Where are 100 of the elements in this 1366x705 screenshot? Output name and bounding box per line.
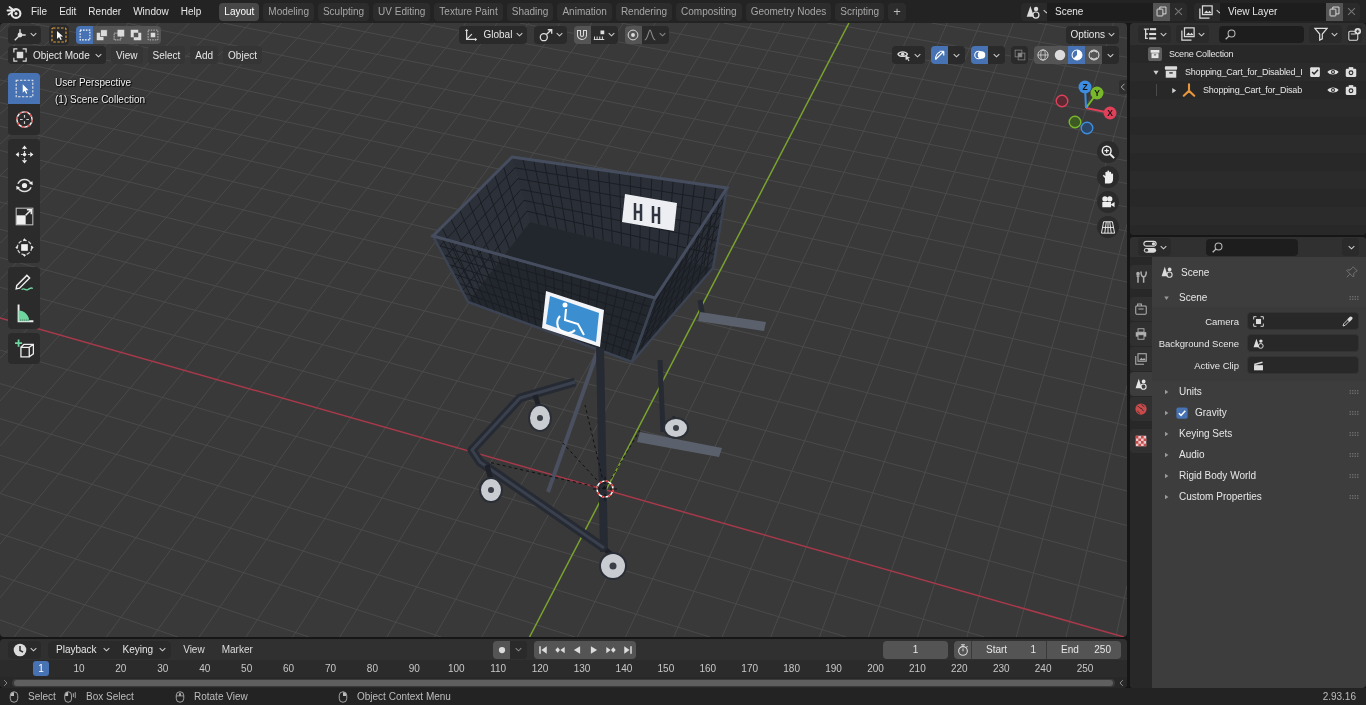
menu-button[interactable]: View bbox=[178, 640, 210, 659]
scene-browse-button[interactable] bbox=[1021, 2, 1047, 21]
remove-view-layer-button[interactable] bbox=[1343, 2, 1360, 21]
editor-type-button[interactable] bbox=[8, 640, 41, 659]
outliner-item[interactable]: Shopping_Cart_for_Disab bbox=[1203, 85, 1302, 95]
workspace-tab[interactable]: Modeling bbox=[263, 2, 314, 21]
funnel-icon bbox=[1314, 27, 1329, 41]
properties-tab[interactable] bbox=[1130, 322, 1152, 346]
scene-name-field[interactable]: Scene bbox=[1047, 2, 1153, 21]
properties-tab[interactable] bbox=[1130, 347, 1152, 371]
workspace-tab[interactable]: Layout bbox=[219, 2, 260, 21]
camera-icon[interactable] bbox=[1345, 84, 1357, 96]
workspace-tab[interactable]: Compositing bbox=[676, 2, 742, 21]
negative-axis-handle[interactable] bbox=[1068, 115, 1082, 129]
data-block-field[interactable] bbox=[1247, 334, 1359, 352]
new-collection-button[interactable] bbox=[1347, 25, 1362, 43]
view-layer-browse-button[interactable] bbox=[1194, 2, 1220, 21]
workspace-tab[interactable]: Geometry Nodes bbox=[745, 2, 832, 21]
preview-range-button[interactable] bbox=[954, 640, 971, 659]
crosshair-icon bbox=[14, 110, 34, 129]
current-frame-field[interactable]: 1 bbox=[883, 640, 948, 659]
record-button[interactable] bbox=[493, 640, 510, 659]
outliner-item[interactable]: Scene Collection bbox=[1169, 49, 1234, 59]
tool-button[interactable] bbox=[8, 298, 40, 329]
camera-icon[interactable] bbox=[1345, 66, 1357, 78]
logo-icon[interactable] bbox=[6, 3, 22, 20]
properties-tab[interactable] bbox=[1130, 297, 1152, 321]
shading-mode-button[interactable] bbox=[1034, 46, 1051, 64]
tool-button[interactable] bbox=[8, 333, 40, 364]
workspace-tab[interactable]: Rendering bbox=[615, 2, 673, 21]
frame-number: 1 bbox=[33, 661, 49, 676]
display-mode-dropdown[interactable] bbox=[1176, 25, 1209, 43]
menu-button[interactable]: Object bbox=[223, 46, 262, 64]
workspace-tab[interactable]: Texture Paint bbox=[434, 2, 503, 21]
filter-dropdown[interactable] bbox=[1309, 25, 1343, 43]
tool-button[interactable] bbox=[8, 139, 40, 170]
frame-number: 170 bbox=[740, 662, 760, 676]
outliner-item[interactable]: Shopping_Cart_for_Disabled_I bbox=[1185, 67, 1303, 77]
remove-scene-button[interactable] bbox=[1170, 2, 1187, 21]
menu-button[interactable]: Window bbox=[127, 2, 175, 21]
menu-dropdown[interactable]: Keying bbox=[114, 640, 172, 659]
tool-button[interactable] bbox=[8, 267, 40, 298]
menu-button[interactable]: Help bbox=[174, 2, 208, 21]
menu-button[interactable]: Add bbox=[190, 46, 219, 64]
shading-mode-button[interactable] bbox=[1085, 46, 1102, 64]
negative-axis-handle[interactable] bbox=[1055, 94, 1069, 108]
shading-dropdown[interactable] bbox=[1102, 46, 1119, 64]
visibility-dropdown[interactable] bbox=[892, 46, 925, 64]
negative-axis-handle[interactable] bbox=[1080, 121, 1094, 135]
checkbox-icon[interactable] bbox=[1309, 66, 1321, 78]
menu-button[interactable]: View bbox=[111, 46, 143, 64]
playback-button[interactable] bbox=[534, 640, 551, 659]
options-dropdown[interactable] bbox=[1342, 238, 1359, 256]
editor-type-button[interactable] bbox=[1138, 25, 1171, 43]
shading-mode-button[interactable] bbox=[1068, 46, 1085, 64]
menu-dropdown[interactable]: Playback bbox=[48, 640, 115, 659]
overlay-dropdown[interactable] bbox=[988, 46, 1005, 64]
properties-tab[interactable] bbox=[1130, 429, 1152, 453]
start-frame-field[interactable]: Start 1 bbox=[971, 640, 1046, 659]
search-field[interactable] bbox=[1206, 238, 1298, 256]
interaction-mode-dropdown[interactable]: Object Mode bbox=[8, 46, 106, 64]
axis-handle[interactable]: X bbox=[1085, 106, 1117, 120]
menu-button[interactable]: Marker bbox=[216, 640, 258, 659]
tool-button[interactable] bbox=[8, 232, 40, 263]
frame-number: 60 bbox=[282, 662, 296, 676]
properties-tab[interactable] bbox=[1130, 372, 1152, 396]
eyedropper-icon[interactable] bbox=[1342, 315, 1353, 327]
overlay-toggle[interactable] bbox=[971, 46, 988, 64]
new-scene-button[interactable] bbox=[1153, 2, 1170, 21]
view-layer-name-field[interactable]: View Layer bbox=[1220, 2, 1326, 21]
chevron-icon[interactable] bbox=[1118, 678, 1125, 687]
gizmo-toggle[interactable] bbox=[931, 46, 948, 64]
end-frame-field[interactable]: End 250 bbox=[1046, 640, 1121, 659]
stopwatch-icon bbox=[956, 643, 969, 656]
chevron-icon[interactable] bbox=[2, 678, 9, 687]
data-block-field[interactable] bbox=[1247, 312, 1359, 330]
workspace-tab[interactable]: Animation bbox=[557, 2, 612, 21]
menu-button[interactable]: Edit bbox=[53, 2, 83, 21]
add-workspace-button[interactable]: + bbox=[888, 2, 906, 21]
workspace-tab[interactable]: UV Editing bbox=[373, 2, 431, 21]
tool-button[interactable] bbox=[8, 104, 40, 135]
new-view-layer-button[interactable] bbox=[1326, 2, 1343, 21]
data-block-field[interactable] bbox=[1247, 356, 1359, 374]
xray-toggle[interactable] bbox=[1011, 46, 1028, 64]
sidebar-toggle-button[interactable] bbox=[1119, 80, 1127, 94]
active-tool-button[interactable] bbox=[49, 24, 69, 45]
menu-button[interactable]: Render bbox=[82, 2, 128, 21]
menu-button[interactable]: Select bbox=[147, 46, 186, 64]
editor-type-button[interactable] bbox=[1138, 238, 1171, 256]
search-field[interactable] bbox=[1219, 25, 1305, 43]
shading-mode-button[interactable] bbox=[1051, 46, 1068, 64]
workspace-tab[interactable]: Sculpting bbox=[317, 2, 370, 21]
workspace-tab[interactable]: Shading bbox=[506, 2, 554, 21]
checkbox-icon[interactable] bbox=[1176, 406, 1188, 419]
properties-tab[interactable] bbox=[1130, 265, 1152, 289]
gizmo-dropdown[interactable] bbox=[948, 46, 965, 64]
axis-handle[interactable]: Z bbox=[1078, 80, 1092, 109]
menu-button[interactable]: File bbox=[25, 2, 54, 21]
workspace-tab[interactable]: Scripting bbox=[835, 2, 885, 21]
playback-button[interactable] bbox=[619, 640, 636, 659]
